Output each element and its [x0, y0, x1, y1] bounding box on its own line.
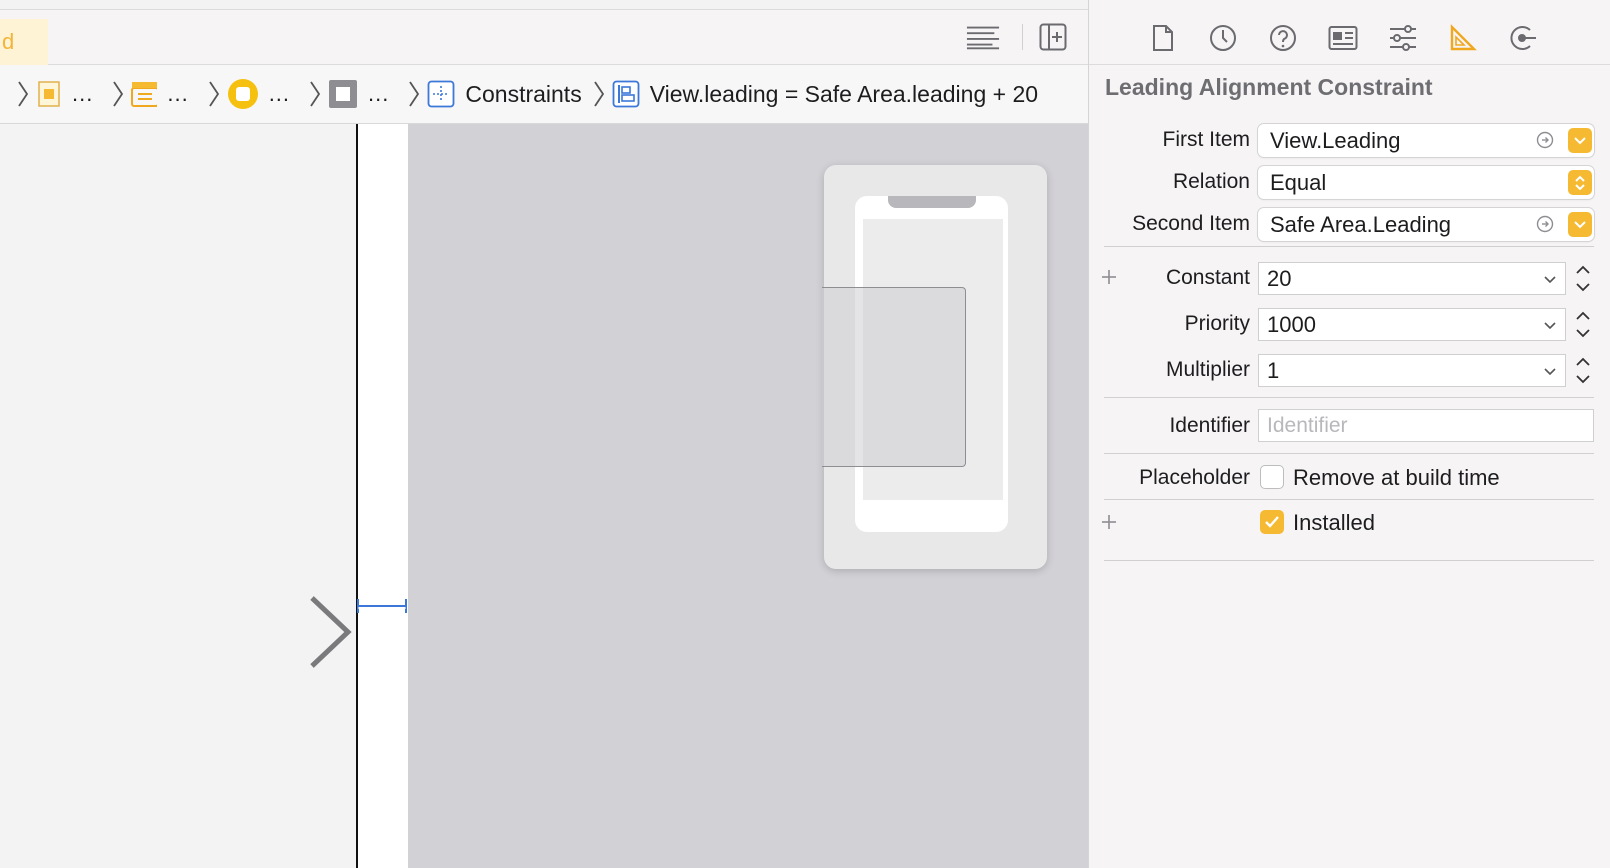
scene-icon: [131, 81, 158, 107]
constraint-indicator[interactable]: [356, 596, 410, 616]
editor-toolbar: d: [0, 10, 1088, 65]
go-to-item-icon[interactable]: [1536, 215, 1554, 233]
view-controller-view[interactable]: [358, 124, 408, 868]
divider: [1104, 560, 1594, 561]
add-editor-icon[interactable]: [1036, 20, 1070, 54]
chevron-down-icon[interactable]: [1568, 128, 1592, 153]
divider: [1104, 397, 1594, 398]
jump-bar-item-constraint[interactable]: View.leading = Safe Area.leading + 20: [582, 79, 1038, 109]
entry-point-arrow-icon[interactable]: [140, 592, 356, 672]
go-to-item-icon[interactable]: [1536, 131, 1554, 149]
connections-inspector-icon[interactable]: [1503, 18, 1543, 58]
multiplier-label: Multiplier: [1165, 358, 1250, 381]
quick-help-icon[interactable]: [1263, 18, 1303, 58]
toolbar-separator: [1022, 24, 1023, 50]
first-item-label: First Item: [1162, 128, 1251, 151]
file-inspector-icon[interactable]: [1143, 18, 1183, 58]
visible-region-frame[interactable]: [822, 287, 966, 467]
identifier-field[interactable]: Identifier: [1258, 409, 1594, 442]
multiplier-stepper[interactable]: [1572, 354, 1594, 387]
chevron-right-icon: [14, 79, 32, 109]
jump-bar: ... ... ... ... Constraints View.leading…: [0, 65, 1088, 124]
jump-bar-item-view-controller[interactable]: ...: [189, 78, 290, 110]
relation-popup[interactable]: Equal: [1258, 166, 1594, 199]
chevron-down-icon[interactable]: [1543, 272, 1557, 286]
relation-label: Relation: [1172, 170, 1250, 193]
add-variation-icon[interactable]: [1100, 513, 1118, 531]
chevron-right-icon: [306, 79, 324, 109]
first-item-popup[interactable]: View.Leading: [1258, 124, 1594, 157]
remove-at-build-time-label[interactable]: Remove at build time: [1293, 465, 1500, 491]
constant-label: Constant: [1165, 266, 1250, 289]
divider: [1104, 453, 1594, 454]
top-strip: [0, 0, 1088, 10]
checkmark-icon: [1265, 516, 1279, 528]
constraints-icon: [427, 80, 455, 108]
leading-constraint-icon: [612, 80, 640, 108]
up-down-chevron-icon[interactable]: [1568, 170, 1592, 195]
second-item-popup[interactable]: Safe Area.Leading: [1258, 208, 1594, 241]
view-icon: [328, 79, 358, 109]
priority-field[interactable]: 1000: [1258, 308, 1566, 341]
jump-bar-item-constraints[interactable]: Constraints: [389, 79, 582, 109]
size-inspector-icon[interactable]: [1443, 18, 1483, 58]
priority-label: Priority: [1184, 312, 1250, 335]
jump-bar-item-view[interactable]: ...: [290, 79, 389, 109]
chevron-right-icon: [590, 79, 608, 109]
phone-notch: [888, 196, 976, 208]
storyboard-file-icon: [36, 81, 62, 107]
remove-at-build-time-checkbox[interactable]: [1260, 465, 1284, 489]
identity-inspector-icon[interactable]: [1323, 18, 1363, 58]
inspector-tabs: [1089, 0, 1610, 65]
device-preview[interactable]: [822, 165, 1047, 569]
chevron-right-icon: [205, 79, 223, 109]
placeholder-label: Placeholder: [1139, 466, 1250, 489]
chevron-right-icon: [405, 79, 423, 109]
history-icon[interactable]: [1203, 18, 1243, 58]
editor-area: d ... ... ... ... Constraints View.leadi…: [0, 0, 1088, 868]
chevron-down-icon[interactable]: [1543, 318, 1557, 332]
chevron-down-icon[interactable]: [1543, 364, 1557, 378]
chevron-right-icon: [109, 79, 127, 109]
chevron-down-icon[interactable]: [1568, 212, 1592, 237]
inspector-title: Leading Alignment Constraint: [1105, 74, 1433, 100]
attributes-inspector-icon[interactable]: [1383, 18, 1423, 58]
multiplier-field[interactable]: 1: [1258, 354, 1566, 387]
constant-stepper[interactable]: [1572, 262, 1594, 295]
divider: [1104, 499, 1594, 500]
jump-bar-item-storyboard[interactable]: ...: [0, 79, 93, 109]
installed-checkbox[interactable]: [1260, 510, 1284, 534]
file-tab[interactable]: d: [0, 19, 48, 65]
canvas-background: [0, 124, 356, 868]
constant-field[interactable]: 20: [1258, 262, 1566, 295]
priority-stepper[interactable]: [1572, 308, 1594, 341]
installed-label[interactable]: Installed: [1293, 510, 1375, 536]
jump-bar-item-scene[interactable]: ...: [93, 79, 188, 109]
editor-options-icon[interactable]: [966, 20, 1000, 54]
divider: [1104, 246, 1594, 247]
view-controller-icon: [227, 78, 259, 110]
identifier-label: Identifier: [1169, 414, 1250, 437]
second-item-label: Second Item: [1132, 212, 1250, 235]
